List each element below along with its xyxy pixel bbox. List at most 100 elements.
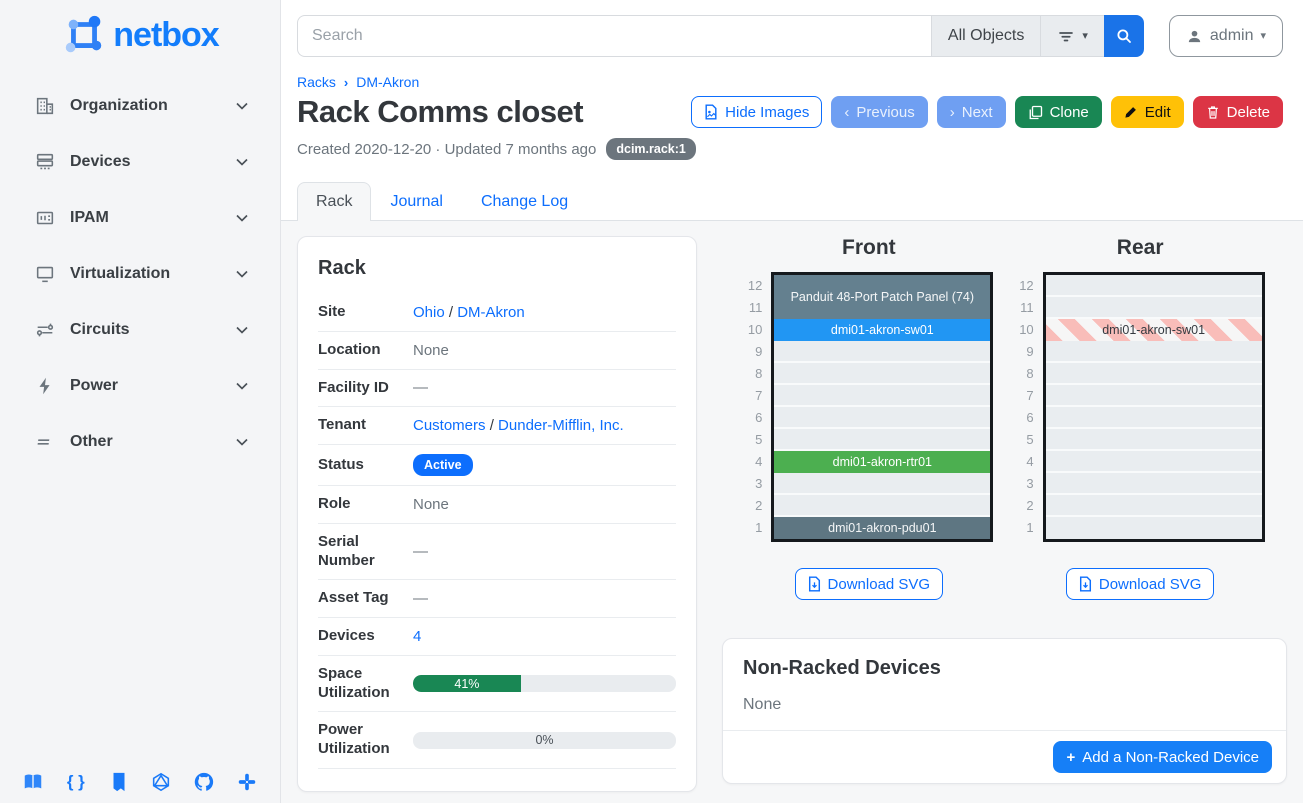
next-button[interactable]: › Next [937, 96, 1006, 128]
sidebar-item-label: Devices [70, 153, 232, 171]
rack-unit-slot[interactable] [1046, 517, 1262, 539]
image-file-icon [704, 104, 718, 120]
rack-unit-slot[interactable] [1046, 275, 1262, 297]
tenant-group-link[interactable]: Customers [413, 417, 486, 434]
search-filter-button[interactable]: ▾ [1040, 15, 1104, 57]
unit-number: 8 [1016, 363, 1034, 385]
search-scope-button[interactable]: All Objects [931, 15, 1040, 57]
rack-device-label: Panduit 48-Port Patch Panel (74) [791, 290, 974, 304]
rack-unit-slot[interactable] [1046, 429, 1262, 451]
add-non-racked-device-button[interactable]: + Add a Non-Racked Device [1053, 741, 1272, 773]
sidebar-item-organization[interactable]: Organization [14, 86, 266, 126]
sidebar-item-label: Other [70, 433, 232, 451]
circuits-icon [34, 319, 56, 341]
site-group-link[interactable]: Ohio [413, 304, 445, 321]
rack-unit-slot[interactable] [1046, 407, 1262, 429]
space-utilization-value: 41% [454, 677, 479, 691]
chevron-down-icon: ▾ [1082, 31, 1088, 42]
tenant-link[interactable]: Dunder-Mifflin, Inc. [498, 417, 624, 434]
attr-row-asset-tag: Asset Tag — [318, 580, 676, 618]
hide-images-label: Hide Images [725, 104, 809, 121]
tab-content: Rack Site Ohio / DM-Akron Location None [281, 221, 1303, 803]
chevron-down-icon [232, 432, 252, 452]
sidebar-item-devices[interactable]: Devices [14, 142, 266, 182]
rack-unit-slot[interactable] [774, 363, 990, 385]
tab-bar: RackJournalChange Log [281, 182, 1303, 221]
graphql-icon[interactable] [150, 771, 172, 793]
clone-label: Clone [1050, 104, 1089, 121]
sidebar: netbox Organization Devices IPAM Virtualiza… [0, 0, 281, 803]
chevron-left-icon: ‹ [844, 104, 849, 121]
attr-label: Facility ID [318, 379, 413, 398]
rack-unit-slot[interactable] [774, 495, 990, 517]
search-submit-button[interactable] [1104, 15, 1144, 57]
rack-unit-slot[interactable] [1046, 473, 1262, 495]
device-count-link[interactable]: 4 [413, 628, 421, 645]
tab-change-log[interactable]: Change Log [462, 182, 587, 221]
file-download-icon [808, 576, 821, 592]
sidebar-item-other[interactable]: Other [14, 422, 266, 462]
netbox-logo[interactable]: netbox [0, 0, 280, 64]
unit-number: 4 [1016, 451, 1034, 473]
chevron-right-icon: › [950, 104, 955, 121]
breadcrumb-link-racks[interactable]: Racks [297, 74, 336, 90]
unit-number: 7 [1016, 385, 1034, 407]
rack-device-dmi01-akron-sw01[interactable]: dmi01-akron-sw01 [1046, 319, 1262, 341]
rack-device-panduit-48-port-patch-panel-74-[interactable]: Panduit 48-Port Patch Panel (74) [774, 275, 990, 319]
rack-details-card: Rack Site Ohio / DM-Akron Location None [297, 236, 697, 792]
hide-images-button[interactable]: Hide Images [691, 96, 822, 128]
sidebar-item-virtualization[interactable]: Virtualization [14, 254, 266, 294]
user-menu-button[interactable]: admin ▾ [1169, 15, 1283, 57]
site-link[interactable]: DM-Akron [457, 304, 525, 321]
rear-unit-numbers: 121110987654321 [1016, 275, 1034, 539]
github-icon[interactable] [193, 771, 215, 793]
rack-unit-slot[interactable] [774, 385, 990, 407]
title-row: Rack Comms closet Hide Images ‹ Previous… [281, 90, 1303, 130]
rack-unit-slot[interactable] [1046, 451, 1262, 473]
clone-button[interactable]: Clone [1015, 96, 1102, 128]
chevron-down-icon [232, 264, 252, 284]
unit-number: 6 [744, 407, 762, 429]
docs-book-icon[interactable] [22, 771, 44, 793]
previous-button[interactable]: ‹ Previous [831, 96, 927, 128]
attr-label: Location [318, 341, 413, 360]
search-icon [1115, 27, 1133, 45]
rack-unit-slot[interactable] [774, 407, 990, 429]
search-input[interactable] [297, 15, 931, 57]
rack-unit-slot[interactable] [1046, 385, 1262, 407]
rest-api-icon[interactable]: { } [65, 771, 87, 793]
community-icon[interactable] [236, 771, 258, 793]
unit-number: 7 [744, 385, 762, 407]
front-download-svg-button[interactable]: Download SVG [795, 568, 944, 600]
sidebar-item-ipam[interactable]: IPAM [14, 198, 266, 238]
delete-button[interactable]: Delete [1193, 96, 1283, 128]
sidebar-item-circuits[interactable]: Circuits [14, 310, 266, 350]
non-racked-devices-title: Non-Racked Devices [743, 657, 1266, 680]
sidebar-item-power[interactable]: Power [14, 366, 266, 406]
rack-unit-slot[interactable] [774, 429, 990, 451]
rack-unit-slot[interactable] [1046, 495, 1262, 517]
tab-journal[interactable]: Journal [371, 182, 461, 221]
rack-unit-slot[interactable] [774, 341, 990, 363]
sidebar-item-label: Power [70, 377, 232, 395]
rack-device-dmi01-akron-rtr01[interactable]: dmi01-akron-rtr01 [774, 451, 990, 473]
rack-unit-slot[interactable] [774, 473, 990, 495]
edit-button[interactable]: Edit [1111, 96, 1184, 128]
rack-unit-slot[interactable] [1046, 341, 1262, 363]
tab-rack[interactable]: Rack [297, 182, 371, 221]
delete-label: Delete [1227, 104, 1270, 121]
chevron-down-icon [232, 208, 252, 228]
rack-device-dmi01-akron-pdu01[interactable]: dmi01-akron-pdu01 [774, 517, 990, 539]
breadcrumb-link-dm-akron[interactable]: DM-Akron [356, 74, 419, 90]
pencil-icon [1124, 105, 1138, 119]
copy-icon [1028, 105, 1043, 120]
attr-label: Serial Number [318, 533, 413, 571]
front-elevation-title: Front [842, 236, 896, 260]
devices-icon [34, 151, 56, 173]
rack-unit-slot[interactable] [1046, 363, 1262, 385]
rack-device-dmi01-akron-sw01[interactable]: dmi01-akron-sw01 [774, 319, 990, 341]
rack-unit-slot[interactable] [1046, 297, 1262, 319]
rear-download-svg-button[interactable]: Download SVG [1066, 568, 1215, 600]
api-docs-icon[interactable] [108, 771, 130, 793]
main: All Objects ▾ [281, 0, 1303, 803]
